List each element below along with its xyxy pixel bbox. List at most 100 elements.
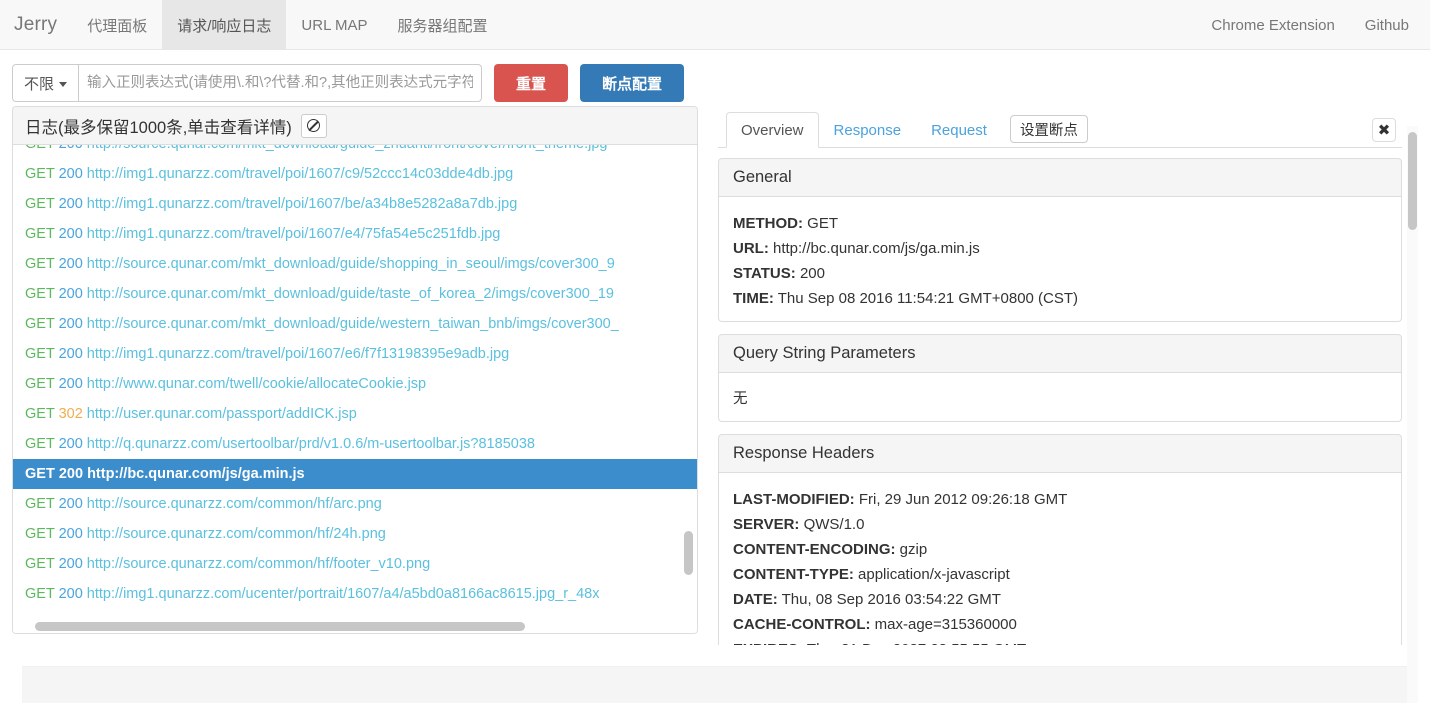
- tab-label: Response: [833, 122, 902, 139]
- log-row-status: 200: [54, 196, 87, 212]
- log-row-url: http://user.qunar.com/passport/addICK.js…: [86, 406, 357, 422]
- navbar: Jerry 代理面板 请求/响应日志 URL MAP 服务器组配置 Chrome Ex…: [0, 0, 1430, 50]
- log-row[interactable]: GET 200 http://source.qunar.com/mkt_down…: [13, 309, 697, 339]
- log-row-status: 200: [54, 376, 87, 392]
- log-column: 日志(最多保留1000条,单击查看详情) GET 200 http://sour…: [0, 106, 710, 642]
- log-row[interactable]: GET 200 http://source.qunar.com/mkt_down…: [13, 249, 697, 279]
- detail-section: General METHOD: GET URL: http://bc.qunar.c…: [718, 158, 1402, 322]
- log-row[interactable]: GET 200 http://source.qunarzz.com/common…: [13, 489, 697, 519]
- detail-kv-row: DATE: Thu, 08 Sep 2016 03:54:22 GMT: [733, 587, 1387, 612]
- log-row[interactable]: GET 200 http://img1.qunarzz.com/travel/p…: [13, 159, 697, 189]
- log-row[interactable]: GET 200 http://img1.qunarzz.com/travel/p…: [13, 189, 697, 219]
- detail-kv-row: URL: http://bc.qunar.com/js/ga.min.js: [733, 236, 1387, 261]
- chevron-down-icon: [59, 81, 68, 87]
- log-row[interactable]: GET 200 http://source.qunarzz.com/common…: [13, 549, 697, 579]
- tab-response[interactable]: Response: [819, 112, 917, 148]
- nav-item-3[interactable]: 服务器组配置: [383, 0, 503, 50]
- detail-kv-key: STATUS:: [733, 265, 796, 282]
- log-row-url: http://www.qunar.com/twell/cookie/alloca…: [86, 376, 427, 392]
- log-row-method: GET: [25, 526, 55, 542]
- log-row[interactable]: GET 200 http://img1.qunarzz.com/travel/p…: [13, 339, 697, 369]
- detail-section-title: Query String Parameters: [718, 334, 1402, 373]
- brand-logo[interactable]: Jerry: [0, 0, 72, 50]
- log-row-method: GET: [25, 196, 55, 212]
- log-row-method: GET: [25, 376, 55, 392]
- log-row-method: GET: [25, 286, 55, 302]
- log-row-status: 200: [54, 286, 87, 302]
- log-row[interactable]: GET 302 http://user.qunar.com/passport/a…: [13, 399, 697, 429]
- nav-item-2[interactable]: URL MAP: [286, 0, 382, 50]
- set-breakpoint-button[interactable]: 设置断点: [1009, 115, 1088, 143]
- log-vertical-scrollbar-thumb[interactable]: [684, 531, 693, 575]
- log-row[interactable]: GET 200 http://img1.qunarzz.com/travel/p…: [13, 219, 697, 249]
- log-row-status: 200: [55, 145, 87, 152]
- log-row-url: http://img1.qunarzz.com/travel/poi/1607/…: [86, 226, 501, 242]
- log-vertical-scrollbar[interactable]: [684, 145, 693, 619]
- log-horizontal-scrollbar[interactable]: [13, 619, 697, 633]
- detail-scroll-area[interactable]: General METHOD: GET URL: http://bc.qunar.c…: [718, 148, 1402, 645]
- regex-filter-input[interactable]: [78, 64, 483, 102]
- detail-column: Overview Response Request 设置断点 ✖ General ME…: [710, 106, 1418, 703]
- nav-right-item-1[interactable]: Github: [1350, 0, 1424, 50]
- detail-kv-row: TIME: Thu Sep 08 2016 11:54:21 GMT+0800 …: [733, 286, 1387, 311]
- detail-kv-value: application/x-javascript: [853, 566, 1010, 583]
- log-horizontal-scrollbar-thumb[interactable]: [35, 622, 525, 631]
- breakpoint-config-button[interactable]: 断点配置: [580, 64, 685, 102]
- detail-kv-value: Thu Sep 08 2016 11:54:21 GMT+0800 (CST): [773, 290, 1079, 307]
- log-row-status: 200: [54, 166, 87, 182]
- log-row-url: http://source.qunarzz.com/common/hf/foot…: [86, 556, 431, 572]
- log-row-method: GET: [25, 226, 55, 242]
- log-row[interactable]: GET 200 http://q.qunarzz.com/usertoolbar…: [13, 429, 697, 459]
- detail-kv-key: CACHE-CONTROL:: [733, 616, 871, 633]
- log-row-method: GET: [25, 406, 55, 422]
- detail-section-body: LAST-MODIFIED: Fri, 29 Jun 2012 09:26:18…: [718, 473, 1402, 645]
- detail-section-title: Response Headers: [718, 434, 1402, 473]
- log-panel-title: 日志(最多保留1000条,单击查看详情): [25, 118, 292, 137]
- detail-section-body: METHOD: GET URL: http://bc.qunar.com/js/g…: [718, 197, 1402, 322]
- page-vertical-scrollbar-thumb[interactable]: [1408, 132, 1417, 230]
- nav-right-item-0[interactable]: Chrome Extension: [1196, 0, 1349, 50]
- detail-section-title: General: [718, 158, 1402, 197]
- log-row-status: 200: [54, 526, 87, 542]
- nav-item-0[interactable]: 代理面板: [72, 0, 162, 50]
- detail-kv-row: CONTENT-TYPE: application/x-javascript: [733, 562, 1387, 587]
- reset-button[interactable]: 重置: [494, 64, 569, 102]
- log-row[interactable]: GET 200 http://source.qunar.com/mkt_down…: [13, 279, 697, 309]
- log-row[interactable]: GET 200 http://img1.qunarzz.com/ucenter/…: [13, 579, 697, 609]
- log-row-url: http://source.qunar.com/mkt_download/gui…: [87, 145, 608, 152]
- clear-log-button[interactable]: [300, 113, 327, 138]
- log-row-url: http://img1.qunarzz.com/travel/poi/1607/…: [86, 346, 510, 362]
- detail-kv-row: METHOD: GET: [733, 211, 1387, 236]
- log-row[interactable]: GET 200 http://bc.qunar.com/js/ga.min.js: [13, 459, 697, 489]
- nav-item-1[interactable]: 请求/响应日志: [162, 0, 287, 50]
- detail-kv-key: TIME:: [733, 290, 774, 307]
- detail-kv-row: CONTENT-ENCODING: gzip: [733, 537, 1387, 562]
- footer-spacer: [0, 642, 1430, 666]
- close-detail-button[interactable]: ✖: [1372, 118, 1396, 142]
- detail-kv-row: STATUS: 200: [733, 261, 1387, 286]
- log-scroll-area[interactable]: GET 200 http://source.qunar.com/mkt_down…: [13, 145, 697, 619]
- detail-kv-key: CONTENT-ENCODING:: [733, 541, 896, 558]
- log-row-method: GET: [25, 346, 55, 362]
- detail-kv-value: Fri, 29 Jun 2012 09:26:18 GMT: [854, 491, 1068, 508]
- log-panel: 日志(最多保留1000条,单击查看详情) GET 200 http://sour…: [12, 106, 698, 634]
- log-row[interactable]: GET 200 http://source.qunarzz.com/common…: [13, 519, 697, 549]
- detail-plain-text: 无: [733, 391, 748, 407]
- close-icon: ✖: [1377, 121, 1391, 139]
- tab-overview[interactable]: Overview: [726, 112, 819, 148]
- detail-kv-row: EXPIRES: Thu, 31 Dec 2037 23:55:55 GMT: [733, 637, 1387, 645]
- detail-kv-row: LAST-MODIFIED: Fri, 29 Jun 2012 09:26:18…: [733, 487, 1387, 512]
- scope-dropdown[interactable]: 不限: [12, 64, 79, 102]
- page-vertical-scrollbar[interactable]: [1407, 126, 1418, 703]
- log-row-method: GET: [25, 256, 55, 272]
- log-row-url: http://img1.qunarzz.com/travel/poi/1607/…: [86, 166, 514, 182]
- log-row[interactable]: GET 200 http://www.qunar.com/twell/cooki…: [13, 369, 697, 399]
- detail-kv-key: SERVER:: [733, 516, 800, 533]
- log-row-url: http://source.qunar.com/mkt_download/gui…: [86, 316, 619, 332]
- log-row-url: http://bc.qunar.com/js/ga.min.js: [87, 466, 305, 482]
- tab-request[interactable]: Request: [916, 112, 1002, 148]
- log-row[interactable]: GET 200 http://source.qunar.com/mkt_down…: [13, 145, 697, 159]
- detail-kv-row: CACHE-CONTROL: max-age=315360000: [733, 612, 1387, 637]
- log-row-method: GET: [25, 145, 55, 152]
- scope-dropdown-label: 不限: [24, 75, 55, 93]
